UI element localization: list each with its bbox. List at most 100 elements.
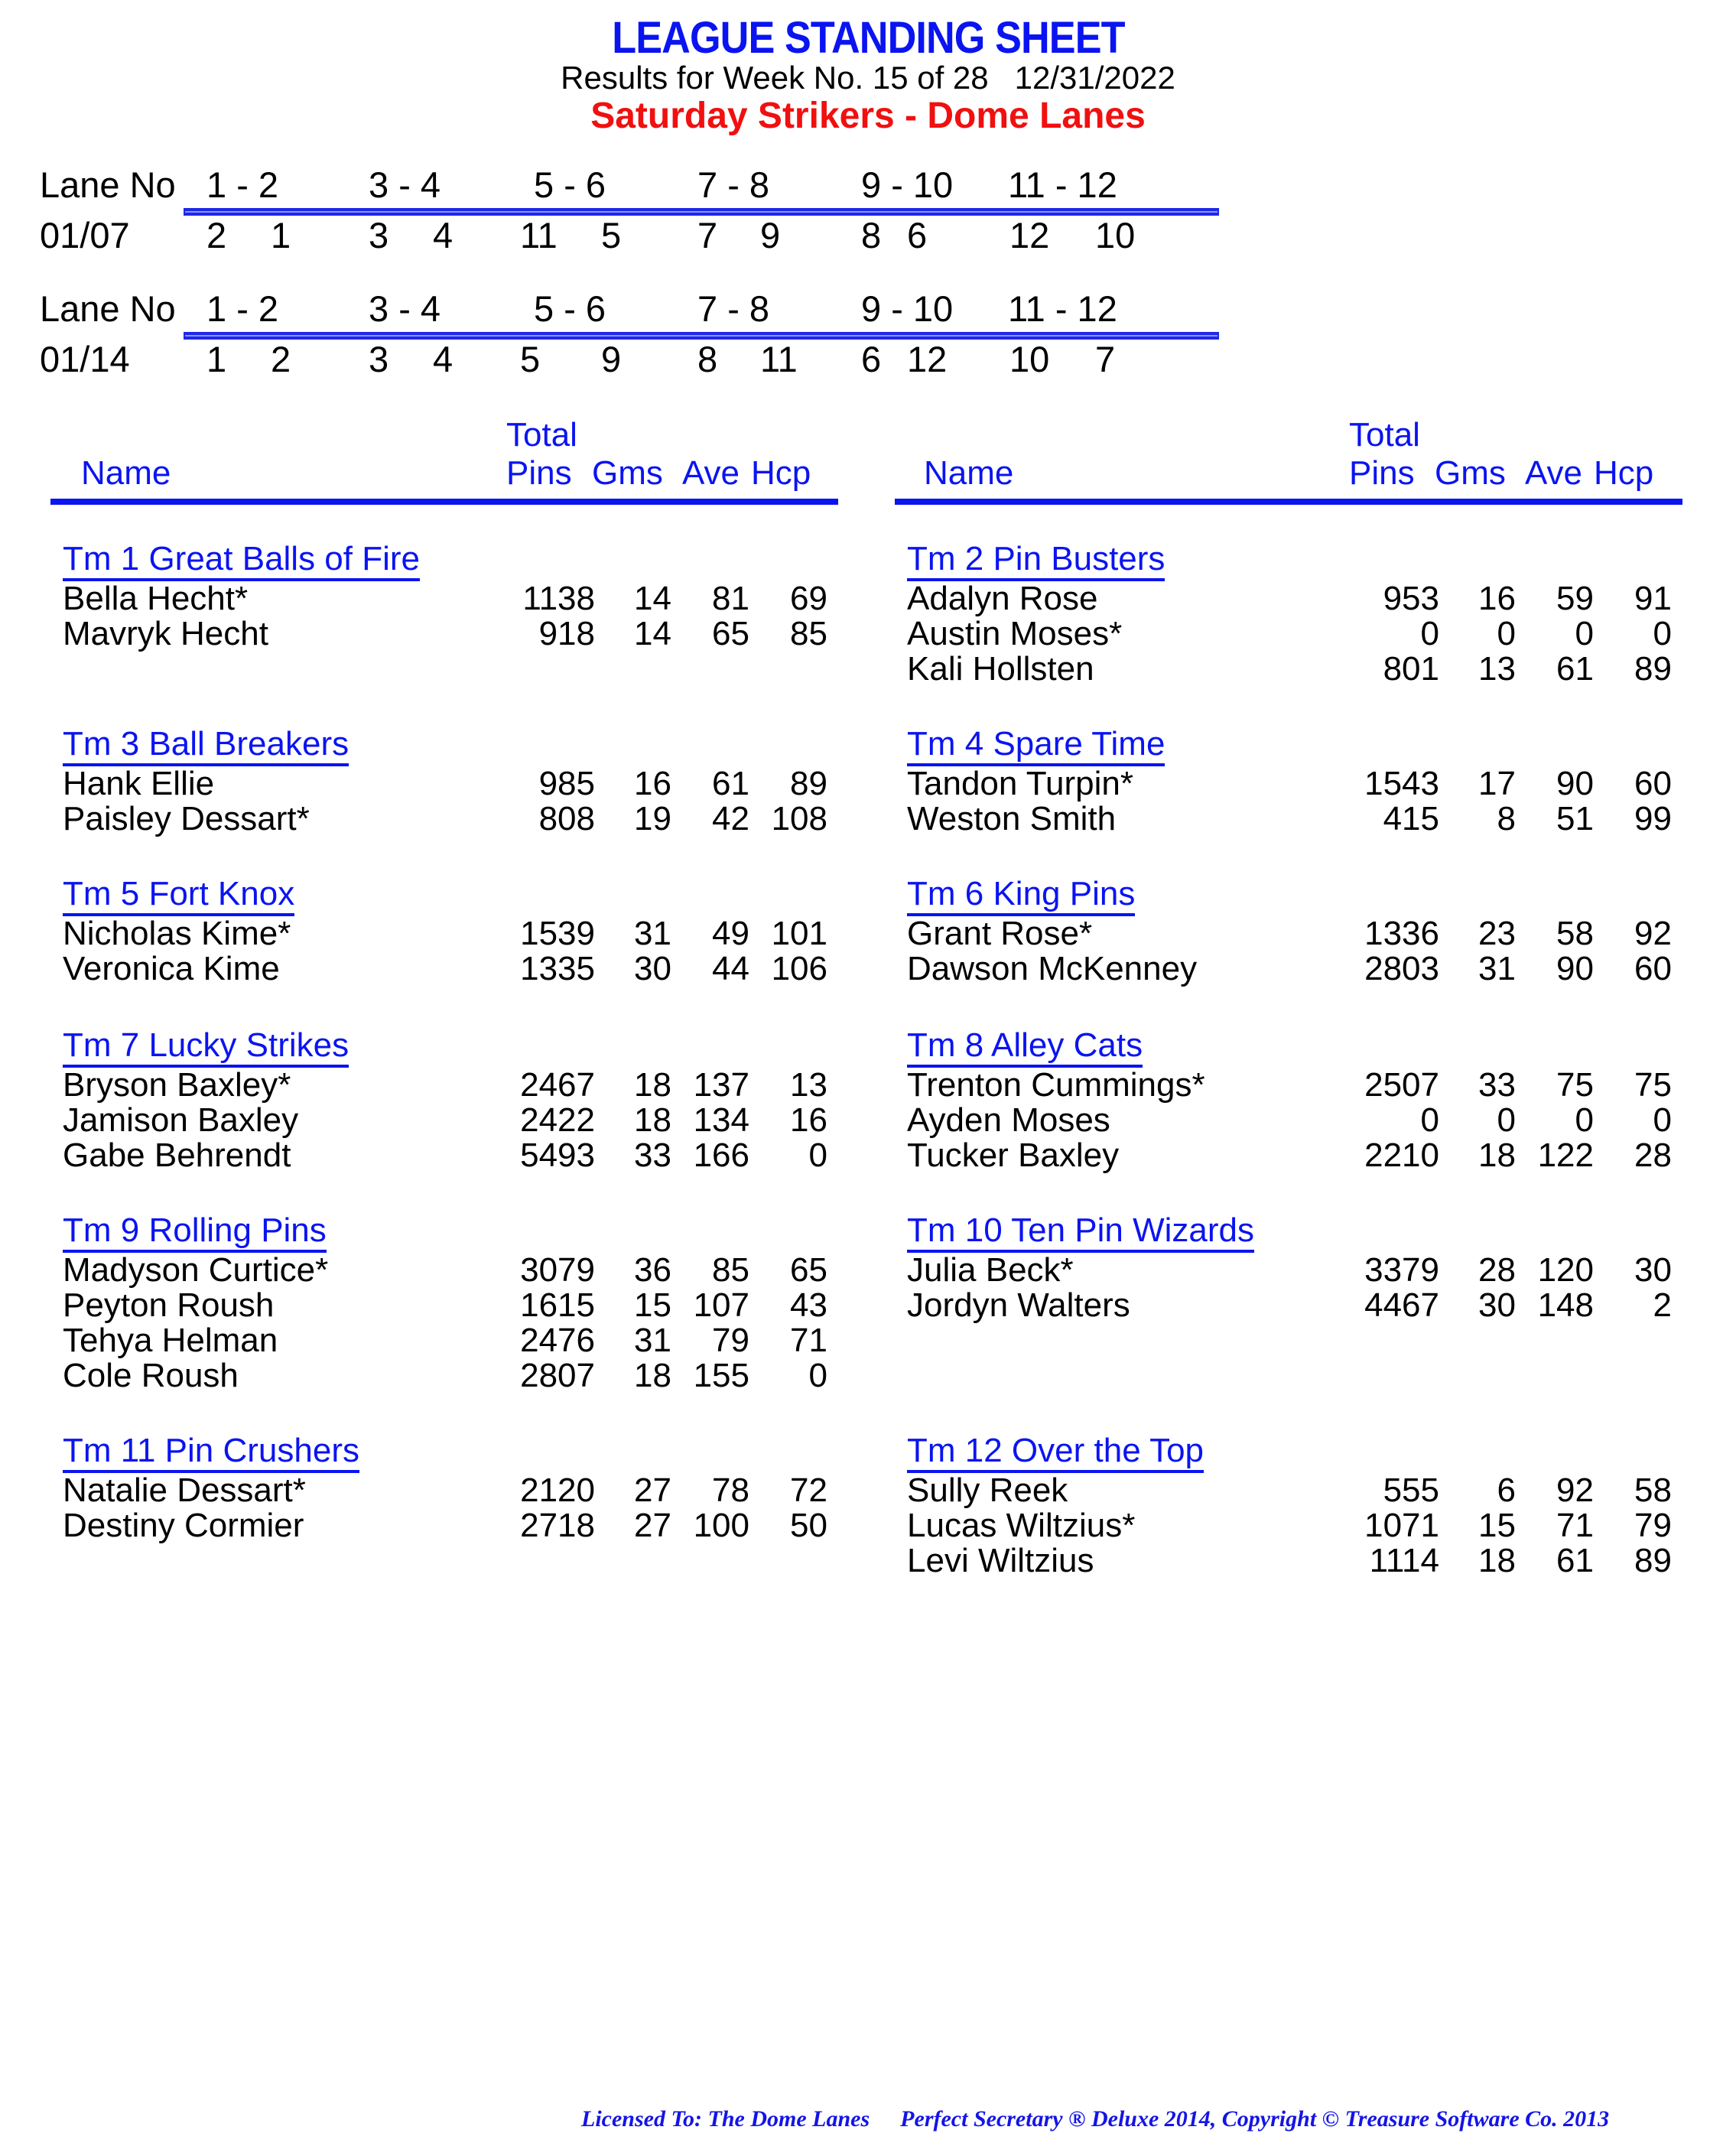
subtitle: Results for Week No. 15 of 28 12/31/2022: [0, 60, 1736, 96]
average: 0: [1575, 615, 1594, 652]
average: 42: [712, 800, 749, 837]
games: 16: [634, 765, 671, 802]
player-name: Grant Rose*: [907, 915, 1093, 952]
header-rule: [50, 499, 838, 505]
total-pins: 1138: [522, 580, 595, 617]
average: 65: [712, 615, 749, 652]
team-name-link[interactable]: Tm 3 Ball Breakers: [63, 725, 349, 766]
total-pins: 555: [1383, 1471, 1439, 1509]
lane-team: 8: [697, 339, 718, 379]
week-date: 01/07: [40, 215, 130, 255]
lane-team: 11: [520, 215, 558, 255]
player-row: Destiny Cormier 2718 27 100 50: [50, 1508, 838, 1543]
games: 0: [1497, 1101, 1516, 1139]
team-name-link[interactable]: Tm 7 Lucky Strikes: [63, 1026, 349, 1068]
software-credit: Perfect Secretary ® Deluxe 2014, Copyrig…: [900, 2106, 1610, 2132]
player-name: Ayden Moses: [907, 1101, 1110, 1139]
games: 36: [634, 1251, 671, 1289]
team-name-link[interactable]: Tm 5 Fort Knox: [63, 875, 295, 916]
player-row: Julia Beck* 3379 28 120 30: [895, 1253, 1682, 1288]
average: 58: [1556, 915, 1594, 952]
lane-team: 10: [1095, 215, 1136, 255]
lane-team: 1: [271, 215, 291, 255]
team-block: Tm 10 Ten Pin Wizards Julia Beck* 3379 2…: [895, 1211, 1682, 1323]
lane-pair: 7 - 8: [697, 288, 770, 329]
total-pins: 2476: [520, 1322, 595, 1359]
handicap: 91: [1634, 580, 1672, 617]
lane-team: 7: [697, 215, 718, 255]
handicap: 30: [1634, 1251, 1672, 1289]
team-block: Tm 11 Pin Crushers Natalie Dessart* 2120…: [50, 1432, 838, 1543]
lane-team: 9: [760, 215, 781, 255]
player-row: Mavryk Hecht 918 14 65 85: [50, 616, 838, 652]
average: 120: [1537, 1251, 1594, 1289]
total-pins: 1335: [520, 950, 595, 987]
team-name-link[interactable]: Tm 1 Great Balls of Fire: [63, 540, 421, 581]
header-pins: Pins: [506, 454, 572, 492]
games: 15: [1478, 1507, 1516, 1544]
handicap: 0: [808, 1137, 827, 1174]
lane-team: 10: [1009, 339, 1050, 379]
games: 28: [1478, 1251, 1516, 1289]
team-name-link[interactable]: Tm 9 Rolling Pins: [63, 1211, 327, 1253]
player-row: Peyton Roush 1615 15 107 43: [50, 1288, 838, 1323]
games: 13: [1478, 650, 1516, 688]
team-name-link[interactable]: Tm 4 Spare Time: [907, 725, 1165, 766]
player-row: Adalyn Rose 953 16 59 91: [895, 581, 1682, 616]
player-name: Hank Ellie: [63, 765, 215, 802]
player-row: Gabe Behrendt 5493 33 166 0: [50, 1138, 838, 1173]
handicap: 60: [1634, 765, 1672, 802]
average: 85: [712, 1251, 749, 1289]
games: 31: [634, 915, 671, 952]
handicap: 99: [1634, 800, 1672, 837]
games: 0: [1497, 615, 1516, 652]
average: 92: [1556, 1471, 1594, 1509]
page-title: LEAGUE STANDING SHEET: [0, 14, 1736, 63]
team-name-link[interactable]: Tm 6 King Pins: [907, 875, 1136, 916]
player-row: Tehya Helman 2476 31 79 71: [50, 1323, 838, 1358]
player-row: Paisley Dessart* 808 19 42 108: [50, 802, 838, 837]
lane-team: 9: [601, 339, 622, 379]
player-row: Veronica Kime 1335 30 44 106: [50, 951, 838, 987]
player-name: Trenton Cummings*: [907, 1066, 1205, 1104]
games: 30: [1478, 1286, 1516, 1324]
average: 61: [1556, 650, 1594, 688]
player-row: Weston Smith 415 8 51 99: [895, 802, 1682, 837]
team-name-link[interactable]: Tm 2 Pin Busters: [907, 540, 1165, 581]
lane-pair: 5 - 6: [534, 288, 606, 329]
player-row: Kali Hollsten 801 13 61 89: [895, 652, 1682, 687]
team-name-link[interactable]: Tm 12 Over the Top: [907, 1432, 1204, 1473]
player-row: Tucker Baxley 2210 18 122 28: [895, 1138, 1682, 1173]
lane-team: 6: [907, 215, 928, 255]
header-gms: Gms: [592, 454, 663, 492]
handicap: 106: [771, 950, 827, 987]
lane-pair: 5 - 6: [534, 164, 606, 205]
handicap: 58: [1634, 1471, 1672, 1509]
games: 18: [1478, 1137, 1516, 1174]
player-name: Mavryk Hecht: [63, 615, 268, 652]
lane-team: 5: [520, 339, 541, 379]
total-pins: 2422: [520, 1101, 595, 1139]
team-name-link[interactable]: Tm 8 Alley Cats: [907, 1026, 1143, 1068]
header-name: Name: [81, 454, 171, 492]
team-name-link[interactable]: Tm 11 Pin Crushers: [63, 1432, 359, 1473]
player-name: Peyton Roush: [63, 1286, 275, 1324]
games: 18: [634, 1357, 671, 1394]
average: 90: [1556, 765, 1594, 802]
average: 75: [1556, 1066, 1594, 1104]
player-name: Tandon Turpin*: [907, 765, 1133, 802]
player-row: Bella Hecht* 1138 14 81 69: [50, 581, 838, 616]
lane-team: 3: [369, 215, 389, 255]
games: 8: [1497, 800, 1516, 837]
total-pins: 0: [1420, 1101, 1439, 1139]
header-gms: Gms: [1435, 454, 1506, 492]
total-pins: 5493: [520, 1137, 595, 1174]
handicap: 92: [1634, 915, 1672, 952]
team-name-link[interactable]: Tm 10 Ten Pin Wizards: [907, 1211, 1255, 1253]
header-name: Name: [924, 454, 1014, 492]
average: 100: [693, 1507, 749, 1544]
player-name: Veronica Kime: [63, 950, 280, 987]
handicap: 2: [1653, 1286, 1672, 1324]
average: 61: [712, 765, 749, 802]
total-pins: 2718: [520, 1507, 595, 1544]
